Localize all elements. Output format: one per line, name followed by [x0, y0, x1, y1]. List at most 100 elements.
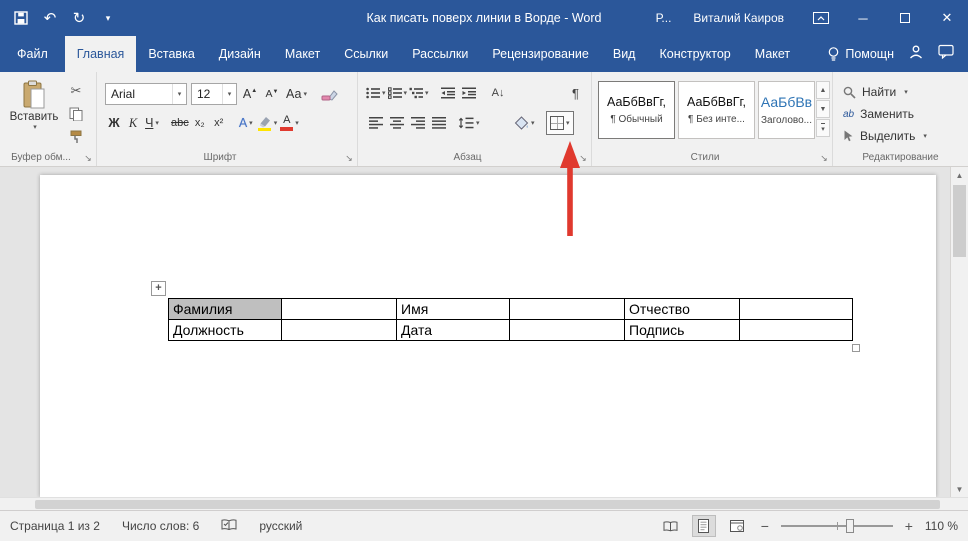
format-painter-button[interactable]	[64, 128, 88, 146]
account-name[interactable]: Виталий Каиров	[693, 11, 784, 25]
numbering-button[interactable]	[388, 83, 408, 103]
select-button[interactable]: Выделить	[843, 127, 927, 145]
underline-button[interactable]: Ч	[143, 113, 161, 133]
zoom-in-button[interactable]: +	[902, 518, 916, 534]
dropdown-icon[interactable]	[172, 84, 186, 104]
scroll-up-button[interactable]: ▲	[951, 167, 968, 183]
tab-review[interactable]: Рецензирование	[480, 36, 601, 72]
styles-scroll-down-button[interactable]: ▼	[816, 100, 830, 118]
horizontal-scroll-thumb[interactable]	[35, 500, 940, 509]
strikethrough-button[interactable]: abc	[170, 113, 190, 133]
italic-button[interactable]: К	[124, 113, 142, 133]
proofing-icon[interactable]	[221, 519, 237, 534]
borders-button[interactable]	[546, 111, 574, 135]
style-heading1[interactable]: АаБбВв Заголово...	[758, 81, 815, 139]
align-center-button[interactable]	[387, 113, 406, 133]
align-right-button[interactable]	[408, 113, 427, 133]
table-cell[interactable]	[510, 320, 625, 341]
comments-icon[interactable]	[938, 44, 954, 64]
replace-button[interactable]: ab Заменить	[843, 105, 927, 123]
justify-button[interactable]	[429, 113, 448, 133]
language-indicator[interactable]: русский	[259, 519, 302, 533]
font-color-button[interactable]: А	[279, 113, 300, 133]
paste-button[interactable]: Вставить	[8, 80, 60, 131]
align-left-button[interactable]	[366, 113, 385, 133]
font-family-combo[interactable]: Arial	[105, 83, 187, 105]
tab-file[interactable]: Файл	[0, 36, 65, 72]
tab-table-layout[interactable]: Макет	[743, 36, 802, 72]
copy-button[interactable]	[64, 105, 88, 123]
bullets-button[interactable]	[366, 83, 386, 103]
increase-indent-button[interactable]	[460, 83, 479, 103]
tab-mailings[interactable]: Рассылки	[400, 36, 480, 72]
find-button[interactable]: Найти	[843, 83, 927, 101]
show-marks-button[interactable]: ¶	[566, 83, 585, 103]
dropdown-icon[interactable]	[566, 120, 570, 127]
table-cell[interactable]	[282, 320, 397, 341]
read-mode-button[interactable]	[659, 515, 683, 537]
zoom-slider-thumb[interactable]	[846, 519, 854, 533]
font-dialog-launcher[interactable]: ↘	[343, 152, 355, 164]
redo-icon[interactable]: ↻	[71, 10, 87, 26]
vertical-scrollbar[interactable]: ▲ ▼	[950, 167, 968, 497]
highlight-button[interactable]	[256, 113, 279, 133]
minimize-button[interactable]: ─	[842, 0, 884, 36]
document-page[interactable]: + Фамилия Имя Отчество Должность	[40, 175, 936, 497]
tell-me-button[interactable]: Помощн	[828, 47, 894, 62]
superscript-button[interactable]: х²	[210, 113, 228, 133]
change-case-button[interactable]: Аа	[285, 84, 308, 104]
tab-table-design[interactable]: Конструктор	[647, 36, 742, 72]
table-cell[interactable]: Отчество	[625, 299, 740, 320]
clear-formatting-button[interactable]	[320, 84, 339, 104]
shrink-font-button[interactable]: А▼	[263, 84, 281, 104]
qat-customize-icon[interactable]: ▾	[100, 10, 116, 26]
styles-more-button[interactable]	[816, 119, 830, 137]
ribbon-display-options-icon[interactable]	[800, 0, 842, 36]
decrease-indent-button[interactable]	[439, 83, 458, 103]
cut-button[interactable]: ✂	[64, 82, 88, 100]
bold-button[interactable]: Ж	[105, 113, 123, 133]
tab-view[interactable]: Вид	[601, 36, 648, 72]
table-move-handle[interactable]: +	[151, 281, 166, 296]
style-no-spacing[interactable]: АаБбВвГг, ¶ Без инте...	[678, 81, 755, 139]
close-button[interactable]: ✕	[926, 0, 968, 36]
clipboard-dialog-launcher[interactable]: ↘	[82, 152, 94, 164]
zoom-out-button[interactable]: −	[758, 518, 772, 534]
maximize-button[interactable]	[884, 0, 926, 36]
table-cell[interactable]	[740, 320, 853, 341]
font-size-combo[interactable]: 12	[191, 83, 237, 105]
tab-design[interactable]: Дизайн	[207, 36, 273, 72]
table-cell[interactable]	[740, 299, 853, 320]
web-layout-button[interactable]	[725, 515, 749, 537]
sort-button[interactable]: А↓	[489, 83, 508, 103]
styles-scroll-up-button[interactable]: ▲	[816, 81, 830, 99]
table-cell[interactable]: Подпись	[625, 320, 740, 341]
vertical-scroll-thumb[interactable]	[953, 185, 966, 257]
tab-references[interactable]: Ссылки	[332, 36, 400, 72]
word-count[interactable]: Число слов: 6	[122, 519, 199, 533]
tab-home[interactable]: Главная	[65, 36, 137, 72]
table-cell[interactable]	[282, 299, 397, 320]
dropdown-icon[interactable]	[222, 84, 236, 104]
share-person-icon[interactable]	[909, 45, 923, 64]
table-cell[interactable]: Должность	[169, 320, 282, 341]
table-cell[interactable]: Дата	[397, 320, 510, 341]
scroll-down-button[interactable]: ▼	[951, 481, 968, 497]
horizontal-scrollbar[interactable]	[0, 497, 968, 510]
text-effects-button[interactable]: А	[237, 113, 255, 133]
undo-icon[interactable]: ↶	[42, 10, 58, 26]
table-cell[interactable]	[510, 299, 625, 320]
tab-insert[interactable]: Вставка	[136, 36, 206, 72]
style-normal[interactable]: АаБбВвГг, ¶ Обычный	[598, 81, 675, 139]
table-resize-handle[interactable]	[852, 344, 860, 352]
table-cell[interactable]: Фамилия	[169, 299, 282, 320]
styles-dialog-launcher[interactable]: ↘	[818, 152, 830, 164]
save-icon[interactable]	[13, 10, 29, 26]
tab-layout[interactable]: Макет	[273, 36, 332, 72]
subscript-button[interactable]: х₂	[191, 113, 209, 133]
print-layout-button[interactable]	[692, 515, 716, 537]
table-cell[interactable]: Имя	[397, 299, 510, 320]
zoom-percent[interactable]: 110 %	[925, 519, 958, 533]
multilevel-list-button[interactable]	[409, 83, 429, 103]
zoom-slider[interactable]	[781, 519, 893, 533]
